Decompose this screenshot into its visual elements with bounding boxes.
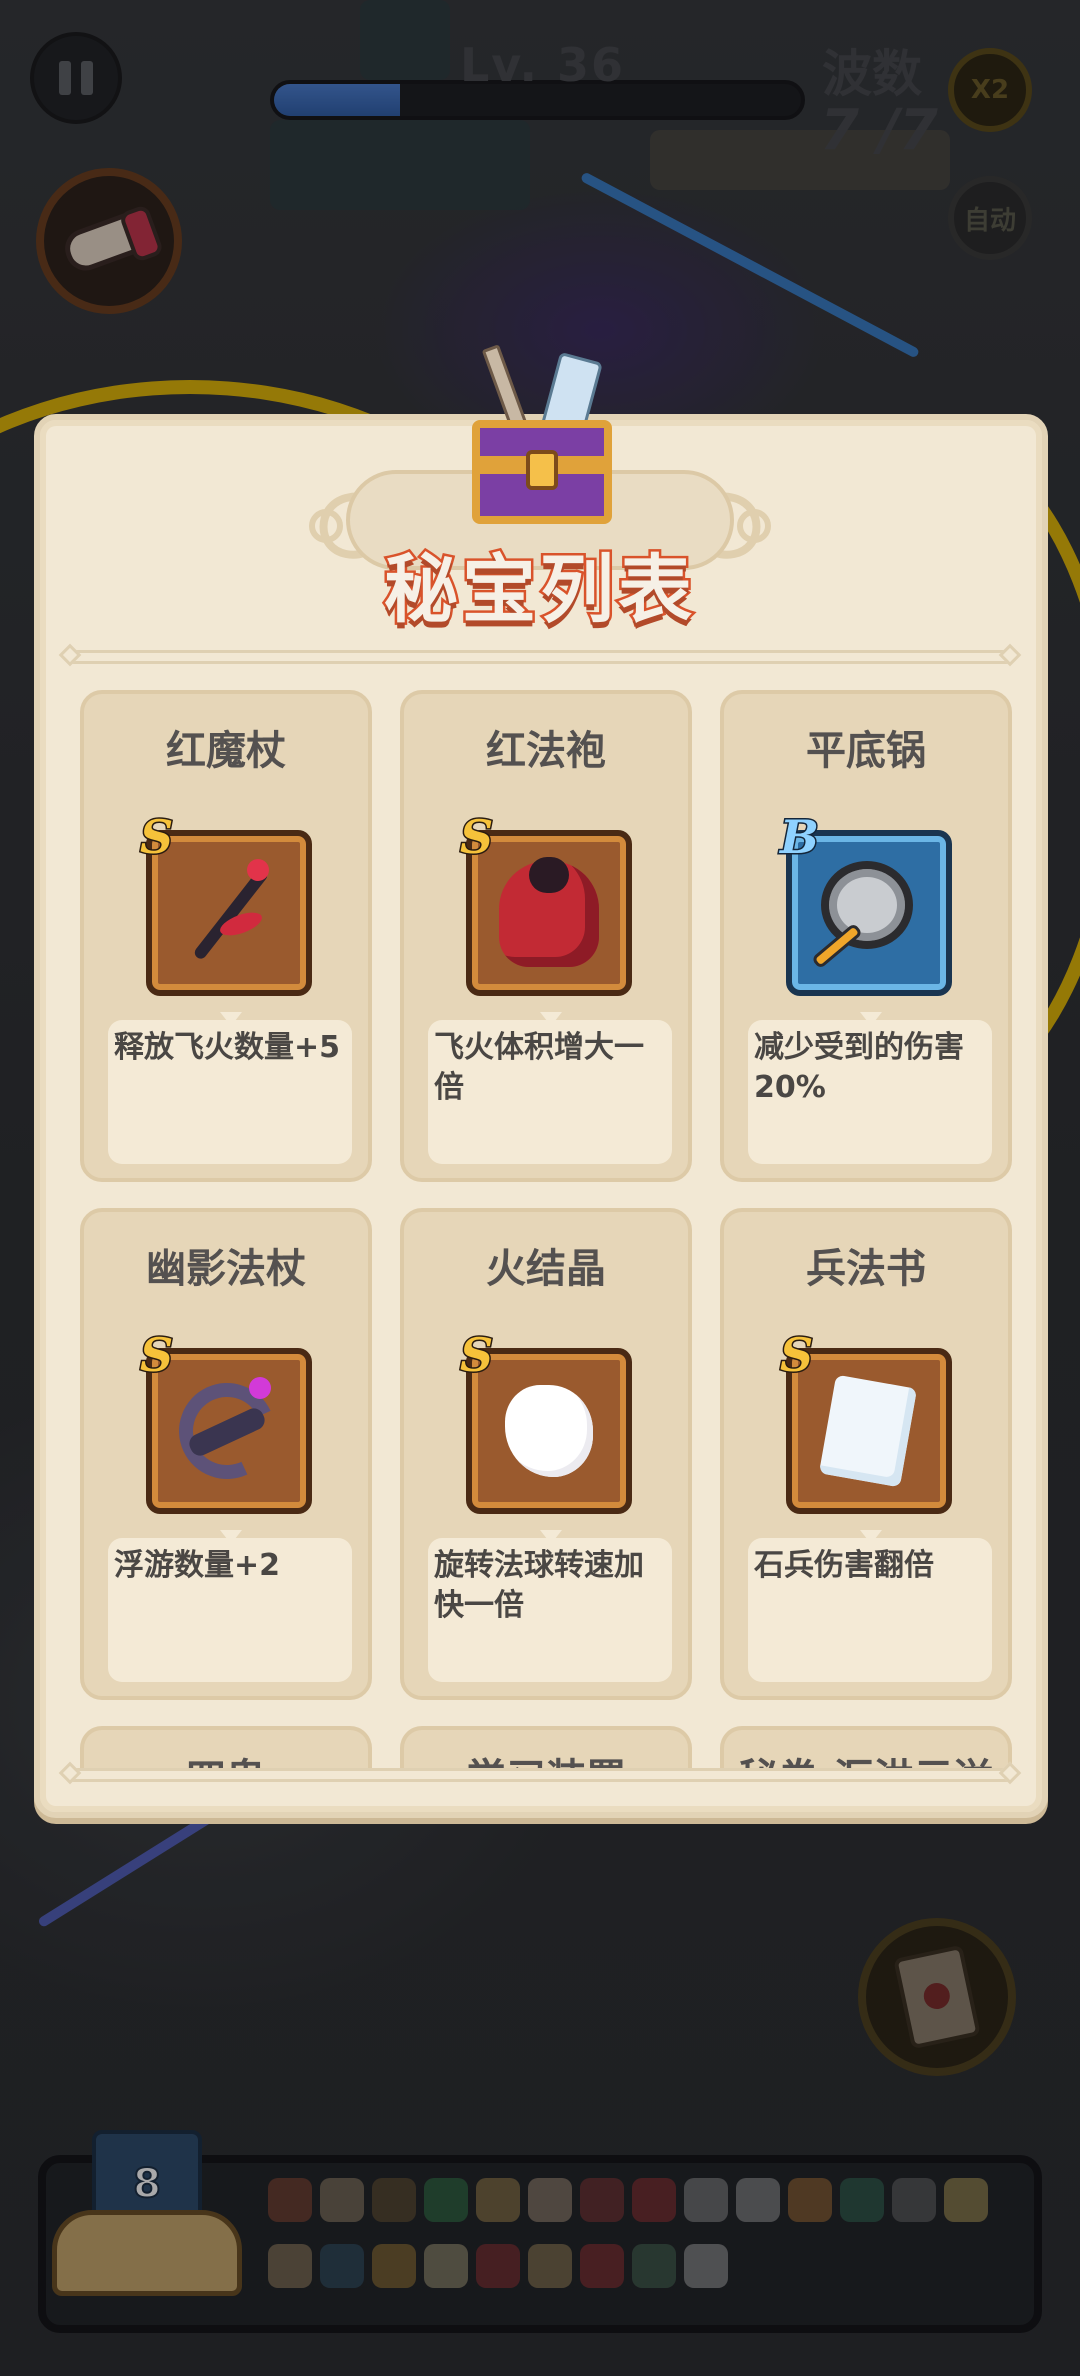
treasure-card[interactable]: 红法袍 S 飞火体积增大一倍	[400, 690, 692, 1182]
divider-bottom	[58, 1761, 1022, 1785]
chest-lock	[526, 450, 558, 490]
treasure-card[interactable]: 火结晶 S 旋转法球转速加快一倍	[400, 1208, 692, 1700]
treasure-name: 火结晶	[486, 1246, 606, 1292]
treasure-desc: 旋转法球转速加快一倍	[434, 1548, 644, 1623]
treasure-name: 红法袍	[486, 728, 606, 774]
treasure-desc: 浮游数量+2	[114, 1548, 281, 1583]
treasure-grid: 红魔杖 S 释放飞火数量+5 红法袍 S 飞火体积增大一倍 平底锅 B 减少受到的伤害20% 幽影…	[80, 690, 1016, 1700]
rank-badge: S	[138, 1327, 174, 1384]
treasure-desc: 石兵伤害翻倍	[754, 1548, 934, 1583]
treasure-card-partial[interactable]: 学习装置	[400, 1726, 692, 1770]
desc-pointer	[540, 1530, 562, 1544]
treasure-name: 四鬼	[84, 1746, 368, 1770]
panel-title: 秘宝列表	[382, 545, 696, 636]
treasure-card[interactable]: 兵法书 S 石兵伤害翻倍	[720, 1208, 1012, 1700]
desc-box: 浮游数量+2	[108, 1538, 352, 1682]
desc-box: 减少受到的伤害20%	[748, 1020, 992, 1164]
treasure-desc: 减少受到的伤害20%	[754, 1030, 964, 1105]
desc-box: 石兵伤害翻倍	[748, 1538, 992, 1682]
rank-badge: S	[138, 809, 174, 866]
treasure-name: 平底锅	[806, 728, 926, 774]
treasure-card[interactable]: 红魔杖 S 释放飞火数量+5	[80, 690, 372, 1182]
treasure-grid-next-row: 四鬼 学习装置 秘卷·汇洪元溢	[80, 1726, 1016, 1770]
treasure-name: 学习装置	[404, 1746, 688, 1770]
desc-pointer	[860, 1530, 882, 1544]
treasure-card[interactable]: 平底锅 B 减少受到的伤害20%	[720, 690, 1012, 1182]
divider-top	[58, 643, 1022, 667]
desc-pointer	[860, 1012, 882, 1026]
treasure-name: 兵法书	[806, 1246, 926, 1292]
desc-pointer	[220, 1530, 242, 1544]
rank-badge: S	[458, 1327, 494, 1384]
desc-box: 旋转法球转速加快一倍	[428, 1538, 672, 1682]
desc-pointer	[540, 1012, 562, 1026]
treasure-card-partial[interactable]: 四鬼	[80, 1726, 372, 1770]
rank-badge: S	[778, 1327, 814, 1384]
treasure-desc: 释放飞火数量+5	[114, 1030, 341, 1065]
treasure-name: 幽影法杖	[146, 1246, 306, 1292]
desc-pointer	[220, 1012, 242, 1026]
treasure-card[interactable]: 幽影法杖 S 浮游数量+2	[80, 1208, 372, 1700]
treasure-name: 秘卷·汇洪元溢	[724, 1746, 1008, 1770]
desc-box: 飞火体积增大一倍	[428, 1020, 672, 1164]
treasure-desc: 飞火体积增大一倍	[434, 1030, 644, 1105]
rank-badge: S	[458, 809, 494, 866]
treasure-card-partial[interactable]: 秘卷·汇洪元溢	[720, 1726, 1012, 1770]
treasure-list[interactable]: 红魔杖 S 释放飞火数量+5 红法袍 S 飞火体积增大一倍 平底锅 B 减少受到的伤害20% 幽影…	[80, 690, 1016, 1770]
rank-badge: B	[779, 809, 821, 866]
treasure-chest-icon	[462, 340, 622, 540]
desc-box: 释放飞火数量+5	[108, 1020, 352, 1164]
treasure-name: 红魔杖	[166, 728, 286, 774]
